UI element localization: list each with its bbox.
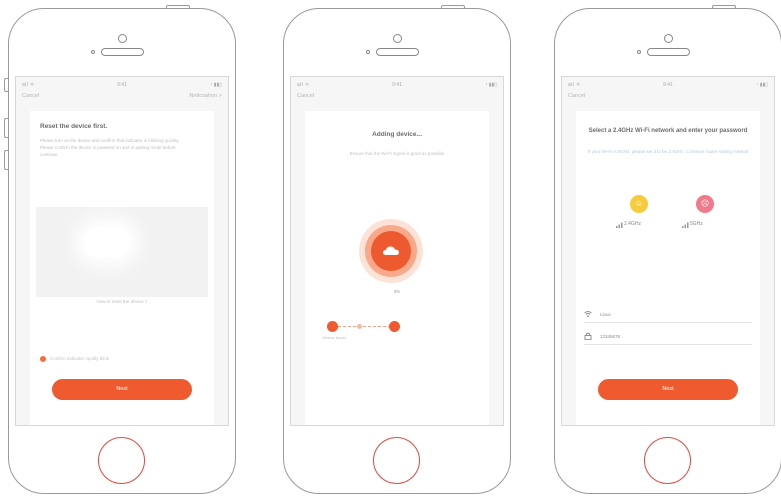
phone-frame-2: atl ᯤ 9:41 ◔ ▮▮▯ Cancel Adding device...… xyxy=(283,5,511,494)
reset-instructions: Please turn on the device and confirm th… xyxy=(40,138,180,157)
wifi-icon xyxy=(584,311,592,317)
nav-bar: Cancel Netlcoahon > xyxy=(22,93,222,105)
power-button xyxy=(712,5,736,8)
front-camera xyxy=(664,34,673,43)
home-button[interactable] xyxy=(373,437,420,484)
step-indicator-3 xyxy=(389,321,400,332)
wifi-signal-icon xyxy=(616,222,623,228)
earpiece-speaker xyxy=(376,48,419,56)
step-indicator-1 xyxy=(327,321,338,332)
volume-down-button xyxy=(4,150,8,170)
wifi-signal-icon xyxy=(682,222,689,228)
illustration-glow xyxy=(84,227,130,257)
screen-adding-device: atl ᯤ 9:41 ◔ ▮▮▯ Cancel Adding device...… xyxy=(290,76,504,426)
status-time: 9:41 xyxy=(117,82,127,88)
power-button xyxy=(166,5,190,8)
phone-frame-3: atl ᯤ 9:41 ◔ ▮▮▯ Cancel Select a 2.4GHz … xyxy=(554,5,781,494)
volume-up-button xyxy=(4,118,8,138)
band-5g-label: 5GHz xyxy=(690,221,703,227)
confirm-checkbox-row[interactable]: Confirm indicator rapidly blink xyxy=(40,355,204,363)
sad-face-icon: ☹ xyxy=(696,195,714,213)
status-time: 9:41 xyxy=(392,82,402,88)
status-bar: atl ᯤ 9:41 ◔ ▮▮▯ xyxy=(568,81,768,91)
phone-frame-1: atl ᯤ 9:41 ◔ ▮▮▯ Cancel Netlcoahon > Res… xyxy=(4,5,236,494)
wifi-name-value: Linux xyxy=(600,312,611,317)
front-camera xyxy=(393,34,402,43)
cancel-button[interactable]: Cancel xyxy=(297,93,314,99)
battery-indicator: ◔ ▮▮▯ xyxy=(484,82,497,88)
content-card: Select a 2.4GHz Wi-Fi network and enter … xyxy=(576,111,760,425)
battery-indicator: ◔ ▮▮▯ xyxy=(755,82,768,88)
sensor-dot xyxy=(637,50,641,54)
next-button[interactable]: Next xyxy=(52,379,192,400)
next-button[interactable]: Next xyxy=(598,379,738,400)
status-time: 9:41 xyxy=(663,82,673,88)
home-button[interactable] xyxy=(98,437,145,484)
home-button[interactable] xyxy=(644,437,691,484)
cancel-button[interactable]: Cancel xyxy=(22,93,39,99)
confirm-radio[interactable] xyxy=(40,356,46,362)
page-title: Adding device... xyxy=(372,131,422,138)
nav-bar: Cancel xyxy=(297,93,497,105)
power-button xyxy=(441,5,465,8)
content-card: Adding device... Ensure that the Wi-Fi s… xyxy=(305,111,489,425)
status-bar: atl ᯤ 9:41 ◔ ▮▮▯ xyxy=(297,81,497,91)
earpiece-speaker xyxy=(647,48,690,56)
battery-indicator: ◔ ▮▮▯ xyxy=(209,82,222,88)
password-value: 12345678 xyxy=(600,334,621,339)
content-card: Reset the device first. Please turn on t… xyxy=(30,111,214,425)
page-title: Select a 2.4GHz Wi-Fi network and enter … xyxy=(588,128,748,134)
earpiece-speaker xyxy=(101,48,144,56)
step-label: Device found xyxy=(322,335,346,340)
cancel-button[interactable]: Cancel xyxy=(568,93,585,99)
sensor-dot xyxy=(366,50,370,54)
cloud-icon xyxy=(383,246,399,255)
sensor-dot xyxy=(91,50,95,54)
status-bar: atl ᯤ 9:41 ◔ ▮▮▯ xyxy=(22,81,222,91)
page-subtitle: Ensure that the Wi-Fi signal is good as … xyxy=(349,151,445,156)
step-indicator-2 xyxy=(357,324,362,329)
front-camera xyxy=(118,34,127,43)
happy-face-icon: ☺ xyxy=(630,195,648,213)
wifi-name-field[interactable]: Linux xyxy=(584,307,752,323)
router-setting-link[interactable]: If your Wi-Fi is 5GHz, please set it to … xyxy=(584,149,752,155)
page-title: Reset the device first. xyxy=(40,123,108,130)
mute-switch xyxy=(4,78,8,92)
network-config-link[interactable]: Netlcoahon > xyxy=(189,93,222,99)
band-2g-label: 2.4GHz xyxy=(624,221,641,227)
step-connector xyxy=(333,326,391,327)
password-field[interactable]: 12345678 xyxy=(584,329,752,345)
lock-icon xyxy=(584,332,592,340)
screen-wifi-select: atl ᯤ 9:41 ◔ ▮▮▯ Cancel Select a 2.4GHz … xyxy=(561,76,775,426)
nav-bar: Cancel xyxy=(568,93,768,105)
progress-percent: 0% xyxy=(393,289,401,294)
reset-help-link[interactable]: How to reset the device > xyxy=(30,299,214,304)
screen-reset: atl ᯤ 9:41 ◔ ▮▮▯ Cancel Netlcoahon > Res… xyxy=(15,76,229,426)
confirm-label: Confirm indicator rapidly blink xyxy=(50,356,110,361)
